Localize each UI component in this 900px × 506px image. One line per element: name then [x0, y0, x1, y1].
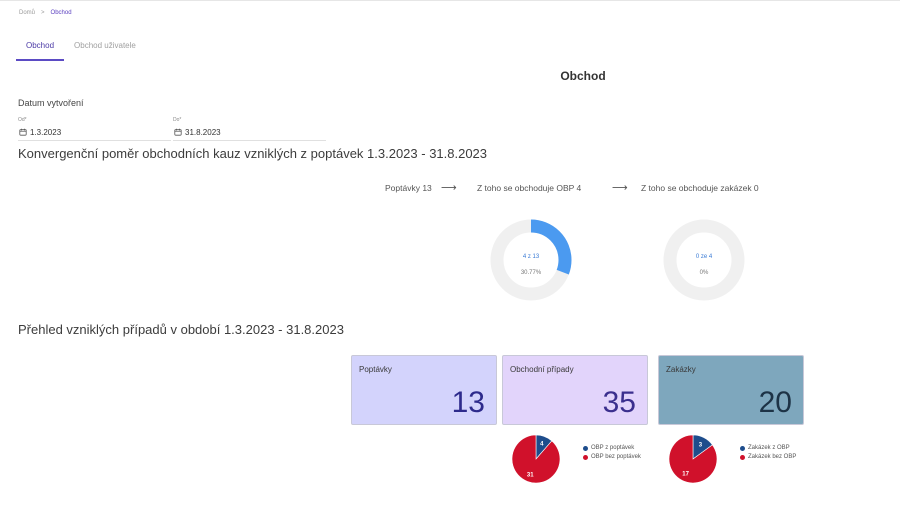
- date-from-field[interactable]: Od* 1.3.2023: [18, 117, 171, 141]
- card-value: 20: [758, 386, 792, 419]
- donut-track: [663, 219, 745, 301]
- calendar-icon[interactable]: [19, 128, 27, 136]
- legend-dot: [740, 454, 745, 460]
- flow-step-inquiries: Poptávky 13: [385, 183, 432, 193]
- card-title: Obchodní případy: [510, 365, 574, 374]
- donut-orders-percent: 0%: [699, 270, 709, 276]
- pie-chart-obp: 431: [512, 435, 560, 483]
- card-value: 35: [602, 386, 636, 419]
- donut-orders-ratio: 0 ze 4: [695, 254, 713, 260]
- legend-label: Zakázek z OBP: [748, 445, 790, 451]
- arrow-right-icon: ⟶: [441, 182, 457, 194]
- date-to-value: 31.8.2023: [185, 128, 221, 137]
- legend-label: Zakázek bez OBP: [748, 454, 797, 460]
- pie-obp-legend: OBP z poptávek OBP bez poptávek: [583, 445, 641, 463]
- legend-label: OBP z poptávek: [591, 445, 635, 451]
- breadcrumb: Domů > Obchod: [19, 10, 72, 16]
- conversion-heading: Konvergenční poměr obchodních kauz vznik…: [18, 146, 488, 161]
- legend-item: OBP bez poptávek: [583, 454, 641, 460]
- card-orders[interactable]: Zakázky 20: [658, 355, 804, 425]
- flow-step-orders: Z toho se obchoduje zakázek 0: [641, 183, 759, 193]
- legend-dot: [583, 454, 588, 460]
- breadcrumb-home-link[interactable]: Domů: [19, 10, 35, 16]
- calendar-icon[interactable]: [174, 128, 182, 136]
- arrow-right-icon: ⟶: [612, 182, 628, 194]
- donut-chart-orders: [663, 219, 745, 301]
- donut-obp-ratio: 4 z 13: [522, 254, 540, 260]
- card-title: Poptávky: [359, 365, 392, 374]
- card-title: Zakázky: [666, 365, 696, 374]
- legend-dot: [740, 445, 745, 451]
- date-to-label: Do*: [173, 117, 182, 123]
- tab-obchod-uzivatele[interactable]: Obchod uživatele: [64, 36, 146, 61]
- date-from-value: 1.3.2023: [30, 128, 62, 137]
- legend-item: OBP z poptávek: [583, 445, 641, 451]
- date-to-field[interactable]: Do* 31.8.2023: [173, 117, 326, 141]
- tab-obchod[interactable]: Obchod: [16, 36, 65, 61]
- tab-bar: Obchod Obchod uživatele: [16, 36, 146, 61]
- card-business-cases[interactable]: Obchodní případy 35: [502, 355, 648, 425]
- legend-label: OBP bez poptávek: [591, 454, 641, 460]
- date-from-label: Od*: [18, 117, 27, 123]
- pie-slice-label: 31: [527, 472, 534, 478]
- date-filter-label: Datum vytvoření: [18, 98, 84, 108]
- pie-slice: [512, 435, 560, 483]
- donut-chart-obp: [490, 219, 572, 301]
- legend-dot: [583, 445, 588, 451]
- donut-obp-percent: 30.77%: [520, 270, 542, 276]
- card-value: 13: [451, 386, 485, 419]
- legend-item: Zakázek z OBP: [740, 445, 796, 451]
- flow-step-obp: Z toho se obchoduje OBP 4: [477, 183, 582, 193]
- page-title: Obchod: [560, 69, 606, 83]
- card-inquiries[interactable]: Poptávky 13: [351, 355, 497, 425]
- overview-heading: Přehled vzniklých případů v období 1.3.2…: [18, 322, 344, 337]
- pie-slice-label: 17: [682, 472, 689, 478]
- legend-item: Zakázek bez OBP: [740, 454, 796, 460]
- pie-orders-legend: Zakázek z OBP Zakázek bez OBP: [740, 445, 796, 463]
- top-divider: [0, 0, 900, 1]
- breadcrumb-separator: >: [41, 10, 45, 16]
- breadcrumb-current: Obchod: [50, 10, 72, 16]
- pie-chart-orders: 317: [669, 435, 717, 483]
